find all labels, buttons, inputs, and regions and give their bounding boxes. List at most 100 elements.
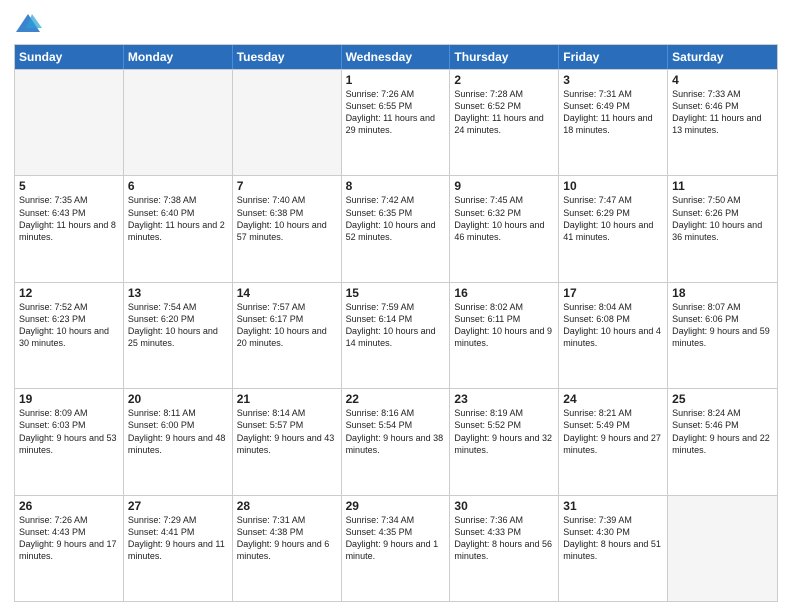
calendar-cell: 29Sunrise: 7:34 AM Sunset: 4:35 PM Dayli… xyxy=(342,496,451,601)
day-number: 26 xyxy=(19,499,119,513)
cell-sun-info: Sunrise: 8:09 AM Sunset: 6:03 PM Dayligh… xyxy=(19,407,119,456)
calendar-cell: 5Sunrise: 7:35 AM Sunset: 6:43 PM Daylig… xyxy=(15,176,124,281)
cell-sun-info: Sunrise: 8:16 AM Sunset: 5:54 PM Dayligh… xyxy=(346,407,446,456)
day-number: 30 xyxy=(454,499,554,513)
cell-sun-info: Sunrise: 7:52 AM Sunset: 6:23 PM Dayligh… xyxy=(19,301,119,350)
cell-sun-info: Sunrise: 7:47 AM Sunset: 6:29 PM Dayligh… xyxy=(563,194,663,243)
logo-icon xyxy=(14,10,42,38)
calendar-body: 1Sunrise: 7:26 AM Sunset: 6:55 PM Daylig… xyxy=(15,69,777,601)
day-number: 22 xyxy=(346,392,446,406)
calendar-cell: 23Sunrise: 8:19 AM Sunset: 5:52 PM Dayli… xyxy=(450,389,559,494)
calendar-cell: 25Sunrise: 8:24 AM Sunset: 5:46 PM Dayli… xyxy=(668,389,777,494)
day-number: 10 xyxy=(563,179,663,193)
calendar-header-cell: Friday xyxy=(559,45,668,69)
calendar-cell: 2Sunrise: 7:28 AM Sunset: 6:52 PM Daylig… xyxy=(450,70,559,175)
calendar-header-row: SundayMondayTuesdayWednesdayThursdayFrid… xyxy=(15,45,777,69)
cell-sun-info: Sunrise: 7:54 AM Sunset: 6:20 PM Dayligh… xyxy=(128,301,228,350)
day-number: 28 xyxy=(237,499,337,513)
calendar-cell: 31Sunrise: 7:39 AM Sunset: 4:30 PM Dayli… xyxy=(559,496,668,601)
day-number: 24 xyxy=(563,392,663,406)
cell-sun-info: Sunrise: 7:29 AM Sunset: 4:41 PM Dayligh… xyxy=(128,514,228,563)
calendar-cell: 14Sunrise: 7:57 AM Sunset: 6:17 PM Dayli… xyxy=(233,283,342,388)
day-number: 18 xyxy=(672,286,773,300)
calendar-header-cell: Tuesday xyxy=(233,45,342,69)
day-number: 3 xyxy=(563,73,663,87)
day-number: 14 xyxy=(237,286,337,300)
calendar-cell: 17Sunrise: 8:04 AM Sunset: 6:08 PM Dayli… xyxy=(559,283,668,388)
calendar-cell: 26Sunrise: 7:26 AM Sunset: 4:43 PM Dayli… xyxy=(15,496,124,601)
calendar-header-cell: Saturday xyxy=(668,45,777,69)
calendar-header-cell: Sunday xyxy=(15,45,124,69)
cell-sun-info: Sunrise: 8:04 AM Sunset: 6:08 PM Dayligh… xyxy=(563,301,663,350)
day-number: 16 xyxy=(454,286,554,300)
day-number: 8 xyxy=(346,179,446,193)
calendar: SundayMondayTuesdayWednesdayThursdayFrid… xyxy=(14,44,778,602)
calendar-header-cell: Thursday xyxy=(450,45,559,69)
cell-sun-info: Sunrise: 8:24 AM Sunset: 5:46 PM Dayligh… xyxy=(672,407,773,456)
calendar-cell: 8Sunrise: 7:42 AM Sunset: 6:35 PM Daylig… xyxy=(342,176,451,281)
day-number: 4 xyxy=(672,73,773,87)
cell-sun-info: Sunrise: 7:34 AM Sunset: 4:35 PM Dayligh… xyxy=(346,514,446,563)
day-number: 12 xyxy=(19,286,119,300)
calendar-row: 26Sunrise: 7:26 AM Sunset: 4:43 PM Dayli… xyxy=(15,495,777,601)
calendar-cell: 27Sunrise: 7:29 AM Sunset: 4:41 PM Dayli… xyxy=(124,496,233,601)
cell-sun-info: Sunrise: 7:50 AM Sunset: 6:26 PM Dayligh… xyxy=(672,194,773,243)
cell-sun-info: Sunrise: 7:39 AM Sunset: 4:30 PM Dayligh… xyxy=(563,514,663,563)
calendar-cell: 24Sunrise: 8:21 AM Sunset: 5:49 PM Dayli… xyxy=(559,389,668,494)
cell-sun-info: Sunrise: 8:11 AM Sunset: 6:00 PM Dayligh… xyxy=(128,407,228,456)
day-number: 15 xyxy=(346,286,446,300)
day-number: 9 xyxy=(454,179,554,193)
calendar-cell: 28Sunrise: 7:31 AM Sunset: 4:38 PM Dayli… xyxy=(233,496,342,601)
calendar-cell xyxy=(233,70,342,175)
day-number: 6 xyxy=(128,179,228,193)
day-number: 11 xyxy=(672,179,773,193)
calendar-row: 5Sunrise: 7:35 AM Sunset: 6:43 PM Daylig… xyxy=(15,175,777,281)
cell-sun-info: Sunrise: 7:31 AM Sunset: 4:38 PM Dayligh… xyxy=(237,514,337,563)
calendar-header-cell: Wednesday xyxy=(342,45,451,69)
calendar-cell: 11Sunrise: 7:50 AM Sunset: 6:26 PM Dayli… xyxy=(668,176,777,281)
calendar-cell xyxy=(15,70,124,175)
day-number: 21 xyxy=(237,392,337,406)
day-number: 31 xyxy=(563,499,663,513)
calendar-row: 19Sunrise: 8:09 AM Sunset: 6:03 PM Dayli… xyxy=(15,388,777,494)
cell-sun-info: Sunrise: 8:07 AM Sunset: 6:06 PM Dayligh… xyxy=(672,301,773,350)
calendar-header-cell: Monday xyxy=(124,45,233,69)
day-number: 20 xyxy=(128,392,228,406)
page: SundayMondayTuesdayWednesdayThursdayFrid… xyxy=(0,0,792,612)
calendar-cell: 9Sunrise: 7:45 AM Sunset: 6:32 PM Daylig… xyxy=(450,176,559,281)
day-number: 17 xyxy=(563,286,663,300)
calendar-cell: 30Sunrise: 7:36 AM Sunset: 4:33 PM Dayli… xyxy=(450,496,559,601)
calendar-cell: 22Sunrise: 8:16 AM Sunset: 5:54 PM Dayli… xyxy=(342,389,451,494)
cell-sun-info: Sunrise: 7:42 AM Sunset: 6:35 PM Dayligh… xyxy=(346,194,446,243)
cell-sun-info: Sunrise: 7:31 AM Sunset: 6:49 PM Dayligh… xyxy=(563,88,663,137)
calendar-cell xyxy=(668,496,777,601)
cell-sun-info: Sunrise: 7:26 AM Sunset: 4:43 PM Dayligh… xyxy=(19,514,119,563)
cell-sun-info: Sunrise: 7:38 AM Sunset: 6:40 PM Dayligh… xyxy=(128,194,228,243)
cell-sun-info: Sunrise: 7:35 AM Sunset: 6:43 PM Dayligh… xyxy=(19,194,119,243)
calendar-cell xyxy=(124,70,233,175)
calendar-cell: 15Sunrise: 7:59 AM Sunset: 6:14 PM Dayli… xyxy=(342,283,451,388)
cell-sun-info: Sunrise: 7:26 AM Sunset: 6:55 PM Dayligh… xyxy=(346,88,446,137)
cell-sun-info: Sunrise: 7:45 AM Sunset: 6:32 PM Dayligh… xyxy=(454,194,554,243)
calendar-cell: 20Sunrise: 8:11 AM Sunset: 6:00 PM Dayli… xyxy=(124,389,233,494)
calendar-cell: 6Sunrise: 7:38 AM Sunset: 6:40 PM Daylig… xyxy=(124,176,233,281)
cell-sun-info: Sunrise: 7:36 AM Sunset: 4:33 PM Dayligh… xyxy=(454,514,554,563)
calendar-cell: 12Sunrise: 7:52 AM Sunset: 6:23 PM Dayli… xyxy=(15,283,124,388)
day-number: 29 xyxy=(346,499,446,513)
calendar-cell: 1Sunrise: 7:26 AM Sunset: 6:55 PM Daylig… xyxy=(342,70,451,175)
cell-sun-info: Sunrise: 8:19 AM Sunset: 5:52 PM Dayligh… xyxy=(454,407,554,456)
calendar-row: 1Sunrise: 7:26 AM Sunset: 6:55 PM Daylig… xyxy=(15,69,777,175)
calendar-cell: 3Sunrise: 7:31 AM Sunset: 6:49 PM Daylig… xyxy=(559,70,668,175)
day-number: 2 xyxy=(454,73,554,87)
cell-sun-info: Sunrise: 8:14 AM Sunset: 5:57 PM Dayligh… xyxy=(237,407,337,456)
header xyxy=(14,10,778,38)
day-number: 19 xyxy=(19,392,119,406)
day-number: 1 xyxy=(346,73,446,87)
cell-sun-info: Sunrise: 8:02 AM Sunset: 6:11 PM Dayligh… xyxy=(454,301,554,350)
day-number: 25 xyxy=(672,392,773,406)
calendar-cell: 19Sunrise: 8:09 AM Sunset: 6:03 PM Dayli… xyxy=(15,389,124,494)
day-number: 13 xyxy=(128,286,228,300)
calendar-cell: 16Sunrise: 8:02 AM Sunset: 6:11 PM Dayli… xyxy=(450,283,559,388)
calendar-row: 12Sunrise: 7:52 AM Sunset: 6:23 PM Dayli… xyxy=(15,282,777,388)
logo xyxy=(14,10,46,38)
